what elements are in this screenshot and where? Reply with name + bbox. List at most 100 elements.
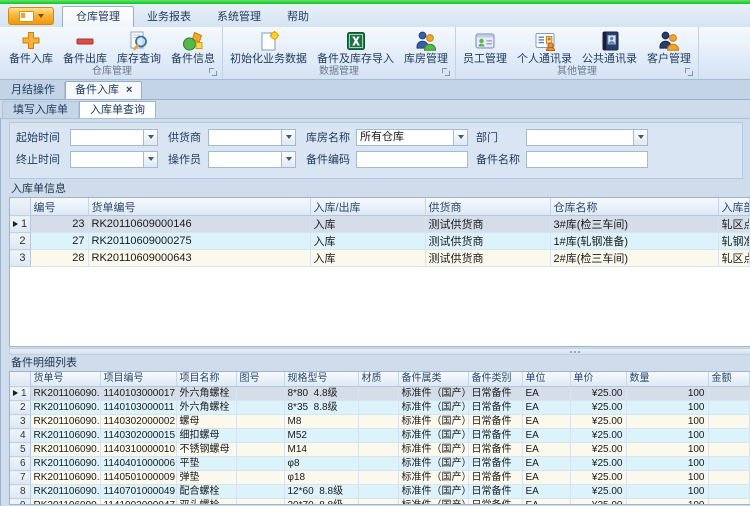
part-name-input[interactable]: [526, 150, 648, 168]
column-header[interactable]: 编号: [30, 198, 89, 216]
chevron-down-icon[interactable]: [281, 151, 295, 167]
warehouse-name-combo[interactable]: 所有仓库: [356, 128, 468, 146]
warehouse-people-icon: [414, 29, 438, 53]
table-row[interactable]: 1 23 RK20110609000146 入库 测试供货商 3#库(检三车间)…: [10, 215, 750, 233]
chevron-down-icon[interactable]: [143, 151, 157, 167]
dialog-launcher-icon[interactable]: [685, 68, 694, 77]
table-row[interactable]: 1 RK201106090... 1140103000017 外六角螺栓 8*8…: [10, 386, 750, 401]
table-row[interactable]: 3 RK201106090... 1140302000002 螺母 M8 标准件…: [10, 414, 750, 429]
parts-shapes-icon: [181, 29, 205, 53]
table-row[interactable]: 3 28 RK20110609000643 入库 测试供货商 2#库(检三车间)…: [10, 249, 750, 267]
end-time-combo[interactable]: [70, 150, 158, 168]
column-header[interactable]: 仓库名称: [550, 198, 719, 216]
ribbon-tab-reports[interactable]: 业务报表: [134, 8, 204, 27]
customer-people-icon: [657, 29, 681, 53]
column-header[interactable]: 入库部门: [718, 198, 750, 216]
column-header[interactable]: 供货商: [425, 198, 551, 216]
column-header[interactable]: 货单号: [30, 372, 101, 387]
orders-group-title: 入库单信息: [11, 183, 66, 195]
department-combo[interactable]: [526, 128, 648, 146]
column-header[interactable]: 入库/出库: [310, 198, 426, 216]
personal-contacts-button[interactable]: 个人通讯录: [512, 28, 577, 66]
column-header[interactable]: 材质: [358, 372, 399, 387]
column-header[interactable]: 项目编号: [100, 372, 177, 387]
supplier-combo[interactable]: [208, 128, 296, 146]
ribbon-tab-help[interactable]: 帮助: [274, 8, 322, 27]
table-row[interactable]: 2 27 RK20110609000275 入库 测试供货商 1#库(轧钢准备)…: [10, 232, 750, 250]
dialog-launcher-icon[interactable]: [209, 68, 218, 77]
doc-tab-parts-inbound[interactable]: 备件入库 ×: [65, 81, 143, 99]
row-selector[interactable]: 1: [10, 215, 31, 233]
row-selector[interactable]: 3: [10, 414, 31, 429]
app-menu-button[interactable]: [8, 7, 54, 25]
table-row[interactable]: 6 RK201106090... 1140401000006 平垫 φ8 标准件…: [10, 456, 750, 471]
operator-combo[interactable]: [208, 150, 296, 168]
table-row[interactable]: 7 RK201106090... 1140501000009 弹垫 φ18 标准…: [10, 470, 750, 485]
row-selector[interactable]: 7: [10, 470, 31, 485]
excel-import-icon: [344, 29, 368, 53]
doc-tab-month-close[interactable]: 月结操作: [2, 82, 65, 99]
chevron-down-icon[interactable]: [143, 129, 157, 145]
minus-icon: [73, 29, 97, 53]
row-selector-header: [10, 372, 31, 387]
table-row[interactable]: 2 RK201106090... 1140103000011 外六角螺栓 8*3…: [10, 400, 750, 415]
ribbon-tab-warehouse[interactable]: 仓库管理: [62, 6, 134, 27]
chevron-down-icon[interactable]: [281, 129, 295, 145]
column-header[interactable]: 货单编号: [88, 198, 311, 216]
row-selector[interactable]: 2: [10, 232, 31, 250]
chevron-down-icon[interactable]: [453, 129, 467, 145]
ribbon-tab-system[interactable]: 系统管理: [204, 8, 274, 27]
parts-inbound-button[interactable]: 备件入库: [4, 28, 58, 66]
parts-stock-import-button[interactable]: 备件及库存导入: [312, 28, 399, 66]
ribbon-tab-row: 仓库管理 业务报表 系统管理 帮助: [0, 4, 750, 27]
employee-card-icon: [473, 29, 497, 53]
tab-fill-inbound-form[interactable]: 填写入库单: [2, 101, 79, 118]
filter-panel: 起始时间 供货商 库房名称 所有仓库 部门 终止时间 操作员 备件编码 备件名称: [9, 122, 743, 179]
ribbon-group-data: 初始化业务数据 备件及库存导入 库房管理 数据管理: [223, 27, 456, 79]
warehouse-manage-button[interactable]: 库房管理: [399, 28, 453, 66]
row-selector[interactable]: 2: [10, 400, 31, 415]
init-business-data-button[interactable]: 初始化业务数据: [225, 28, 312, 66]
dialog-launcher-icon[interactable]: [442, 68, 451, 77]
employee-manage-button[interactable]: 员工管理: [458, 28, 512, 66]
supplier-label: 供货商: [168, 132, 201, 144]
parts-info-button[interactable]: 备件信息: [166, 28, 220, 66]
row-selector[interactable]: 6: [10, 456, 31, 471]
close-icon[interactable]: ×: [126, 83, 132, 98]
part-code-input[interactable]: [356, 150, 468, 168]
table-row[interactable]: 9 RK201106090... 1141002000047 双头螺栓 20*7…: [10, 498, 750, 504]
column-header[interactable]: 单价: [570, 372, 627, 387]
row-selector[interactable]: 5: [10, 442, 31, 457]
table-row[interactable]: 4 RK201106090... 1140302000015 细扣螺母 M52 …: [10, 428, 750, 443]
column-header[interactable]: 项目名称: [176, 372, 237, 387]
ribbon-group-other: 员工管理 个人通讯录 公共通讯录 客户管理 其他管理: [456, 27, 699, 79]
column-header[interactable]: 单位: [522, 372, 571, 387]
tab-inbound-query[interactable]: 入库单查询: [79, 101, 156, 118]
row-selector[interactable]: 9: [10, 498, 31, 504]
start-time-combo[interactable]: [70, 128, 158, 146]
department-label: 部门: [476, 132, 498, 144]
stock-query-button[interactable]: 库存查询: [112, 28, 166, 66]
column-header[interactable]: 备件类别: [468, 372, 523, 387]
column-header[interactable]: 规格型号: [284, 372, 359, 387]
column-header[interactable]: 备件属类: [398, 372, 469, 387]
table-row[interactable]: 8 RK201106090... 1140701000049 配合螺栓 12*6…: [10, 484, 750, 499]
sub-tab-bar: 填写入库单 入库单查询: [0, 100, 750, 119]
row-selector[interactable]: 1: [10, 386, 31, 401]
parts-outbound-button[interactable]: 备件出库: [58, 28, 112, 66]
row-selector[interactable]: 3: [10, 249, 31, 267]
public-contacts-button[interactable]: 公共通讯录: [577, 28, 642, 66]
application-window: 仓库管理 业务报表 系统管理 帮助 备件入库 备件出库 库存查询 备件信息 仓库…: [0, 0, 750, 506]
personal-contacts-icon: [533, 29, 557, 53]
table-row[interactable]: 5 RK201106090... 1140310000010 不锈钢螺母 M14…: [10, 442, 750, 457]
row-selector[interactable]: 8: [10, 484, 31, 499]
column-header[interactable]: 图号: [236, 372, 285, 387]
row-selector[interactable]: 4: [10, 428, 31, 443]
column-header[interactable]: 数量: [626, 372, 709, 387]
operator-label: 操作员: [168, 154, 201, 166]
column-header[interactable]: 金额: [708, 372, 750, 387]
customer-manage-button[interactable]: 客户管理: [642, 28, 696, 66]
chevron-down-icon[interactable]: [633, 129, 647, 145]
splitter-grip-icon: [570, 351, 580, 353]
horizontal-splitter[interactable]: [9, 348, 750, 355]
